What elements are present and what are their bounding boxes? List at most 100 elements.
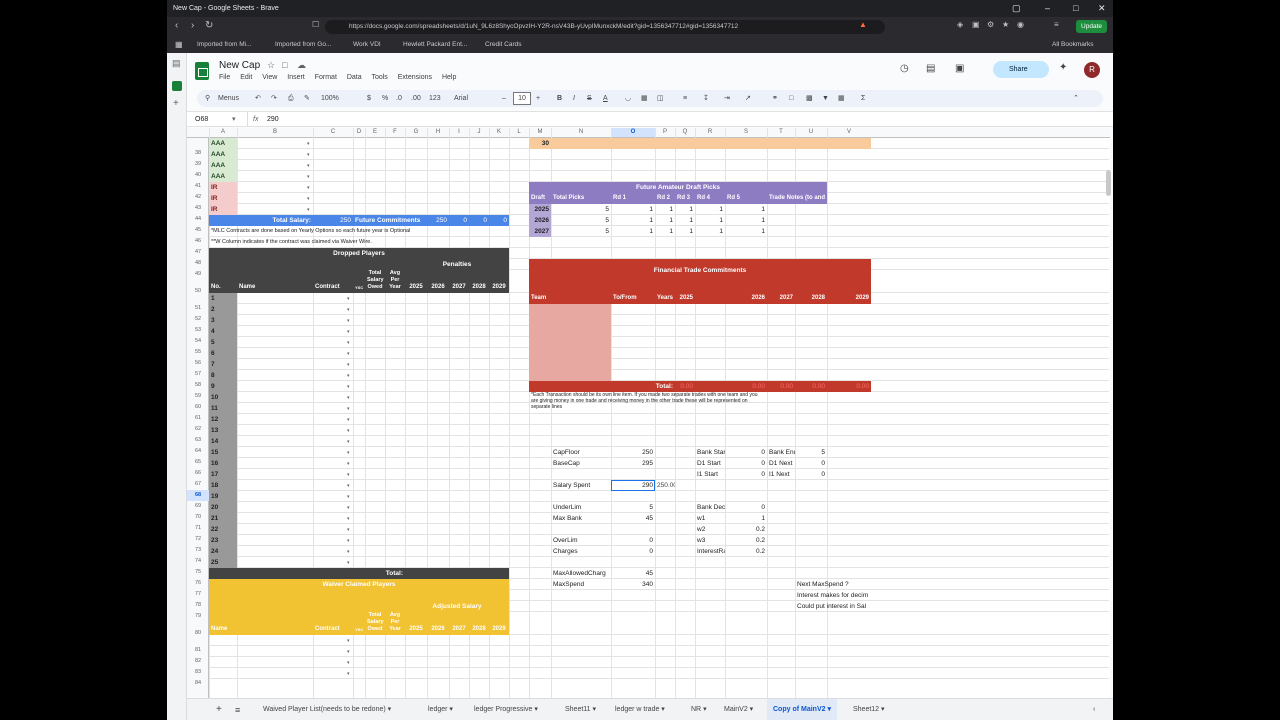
row-header[interactable]: 71 xyxy=(187,523,209,534)
column-header-b[interactable]: B xyxy=(237,129,313,135)
text-color-icon[interactable]: A xyxy=(603,90,608,107)
row-header[interactable]: 77 xyxy=(187,589,209,600)
dropdown-chevron-icon[interactable]: ▾ xyxy=(347,428,350,434)
row-header[interactable]: 61 xyxy=(187,413,209,424)
update-button[interactable]: Update xyxy=(1076,20,1107,33)
strikethrough-icon[interactable]: S xyxy=(587,90,592,107)
zoom-select[interactable]: 100% xyxy=(321,90,339,107)
row-header[interactable]: 62 xyxy=(187,424,209,435)
minimize-icon[interactable]: – xyxy=(1045,0,1050,17)
undo-icon[interactable]: ↶ xyxy=(255,90,261,107)
menu-format[interactable]: Format xyxy=(315,74,337,81)
dropdown-chevron-icon[interactable]: ▾ xyxy=(347,638,350,644)
functions-icon[interactable]: Σ xyxy=(861,90,865,107)
column-header-e[interactable]: E xyxy=(365,129,385,135)
merge-icon[interactable]: ◫ xyxy=(657,90,664,107)
dropdown-chevron-icon[interactable]: ▾ xyxy=(347,472,350,478)
row-header[interactable]: 80 xyxy=(187,622,209,645)
name-box-dropdown-icon[interactable]: ▾ xyxy=(232,112,236,127)
column-header-u[interactable]: U xyxy=(795,129,827,135)
column-header-k[interactable]: K xyxy=(489,129,509,135)
row-header[interactable]: 51 xyxy=(187,303,209,314)
comment-icon[interactable]: □ xyxy=(789,90,793,107)
column-header-a[interactable]: A xyxy=(209,129,237,135)
column-header-f[interactable]: F xyxy=(385,129,405,135)
dropdown-chevron-icon[interactable]: ▾ xyxy=(347,516,350,522)
format-button[interactable]: 123 xyxy=(429,90,441,107)
dropdown-chevron-icon[interactable]: ▾ xyxy=(347,318,350,324)
dropdown-chevron-icon[interactable]: ▾ xyxy=(347,340,350,346)
row-header[interactable]: 83 xyxy=(187,667,209,678)
row-header[interactable]: 47 xyxy=(187,247,209,258)
row-header[interactable]: 40 xyxy=(187,170,209,181)
dropdown-chevron-icon[interactable]: ▾ xyxy=(307,174,310,180)
tab-copy-of-mainv2[interactable]: Copy of MainV2 ▾ xyxy=(767,699,837,720)
tab-ledger-progressive[interactable]: ledger Progressive ▾ xyxy=(474,699,538,720)
font-select[interactable]: Arial xyxy=(454,90,468,107)
extension-icon-1[interactable]: ◈ xyxy=(957,20,963,29)
bookmark-item[interactable]: Imported from Go... xyxy=(275,37,331,53)
chart-icon[interactable]: ▩ xyxy=(806,90,813,107)
dropdown-chevron-icon[interactable]: ▾ xyxy=(307,141,310,147)
dropdown-chevron-icon[interactable]: ▾ xyxy=(347,538,350,544)
dropdown-chevron-icon[interactable]: ▾ xyxy=(347,296,350,302)
column-header-t[interactable]: T xyxy=(767,129,795,135)
vertical-scrollbar[interactable] xyxy=(1106,170,1111,196)
search-menus-icon[interactable]: ⚲ xyxy=(205,90,210,107)
dropdown-chevron-icon[interactable]: ▾ xyxy=(347,505,350,511)
increase-decimal-button[interactable]: .00 xyxy=(411,90,421,107)
dropdown-chevron-icon[interactable]: ▾ xyxy=(307,196,310,202)
row-header[interactable]: 74 xyxy=(187,556,209,567)
tab-nr[interactable]: NR ▾ xyxy=(691,699,707,720)
menu-edit[interactable]: Edit xyxy=(240,74,252,81)
avatar[interactable]: R xyxy=(1084,62,1100,78)
share-button[interactable]: Share xyxy=(993,61,1049,78)
dropdown-chevron-icon[interactable]: ▾ xyxy=(347,384,350,390)
column-header-p[interactable]: P xyxy=(655,129,675,135)
all-bookmarks[interactable]: All Bookmarks xyxy=(1052,37,1094,53)
row-header[interactable]: 56 xyxy=(187,358,209,369)
move-folder-icon[interactable]: □ xyxy=(282,60,287,70)
row-header[interactable]: 84 xyxy=(187,678,209,689)
row-header[interactable]: 75 xyxy=(187,567,209,578)
menu-data[interactable]: Data xyxy=(347,74,362,81)
dropdown-chevron-icon[interactable]: ▾ xyxy=(347,461,350,467)
tab-sheet12[interactable]: Sheet12 ▾ xyxy=(853,699,885,720)
row-header[interactable]: 52 xyxy=(187,314,209,325)
add-sheet-icon[interactable]: + xyxy=(216,699,222,720)
borders-icon[interactable]: ▦ xyxy=(641,90,648,107)
dropdown-chevron-icon[interactable]: ▾ xyxy=(347,560,350,566)
bold-icon[interactable]: B xyxy=(557,90,562,107)
column-header-g[interactable]: G xyxy=(405,129,427,135)
filter-icon[interactable]: ▼ xyxy=(822,90,829,107)
row-header[interactable]: 41 xyxy=(187,181,209,192)
dropdown-chevron-icon[interactable]: ▾ xyxy=(347,395,350,401)
dropdown-chevron-icon[interactable]: ▾ xyxy=(347,439,350,445)
dropdown-chevron-icon[interactable]: ▾ xyxy=(347,450,350,456)
wrap-icon[interactable]: ⇥ xyxy=(724,90,730,107)
tab-sheet11[interactable]: Sheet11 ▾ xyxy=(565,699,596,720)
formula-input[interactable]: 290 xyxy=(267,112,279,127)
column-header-i[interactable]: I xyxy=(449,129,469,135)
row-header[interactable]: 70 xyxy=(187,512,209,523)
row-header[interactable]: 43 xyxy=(187,203,209,214)
row-header[interactable]: 82 xyxy=(187,656,209,667)
row-header[interactable]: 67 xyxy=(187,479,209,490)
row-header[interactable]: 60 xyxy=(187,402,209,413)
row-header[interactable]: 59 xyxy=(187,391,209,402)
font-size-input[interactable]: 10 xyxy=(513,92,531,105)
column-header-s[interactable]: S xyxy=(725,129,767,135)
forward-icon[interactable]: › xyxy=(191,20,194,31)
bookmark-item[interactable]: Hewlett Packard Ent... xyxy=(403,37,467,53)
row-header[interactable]: 69 xyxy=(187,501,209,512)
print-icon[interactable]: ⎙ xyxy=(288,90,294,107)
row-header[interactable]: 81 xyxy=(187,645,209,656)
row-header[interactable]: 55 xyxy=(187,347,209,358)
tab-mainv2[interactable]: MainV2 ▾ xyxy=(724,699,753,720)
row-header[interactable]: 44 xyxy=(187,214,209,225)
salary-spent-value[interactable]: 290 xyxy=(611,480,655,491)
maximize-icon[interactable]: □ xyxy=(1073,0,1078,17)
gemini-icon[interactable]: ✦ xyxy=(1059,62,1067,73)
row-header[interactable]: 63 xyxy=(187,435,209,446)
align-icon[interactable]: ≡ xyxy=(683,90,687,107)
